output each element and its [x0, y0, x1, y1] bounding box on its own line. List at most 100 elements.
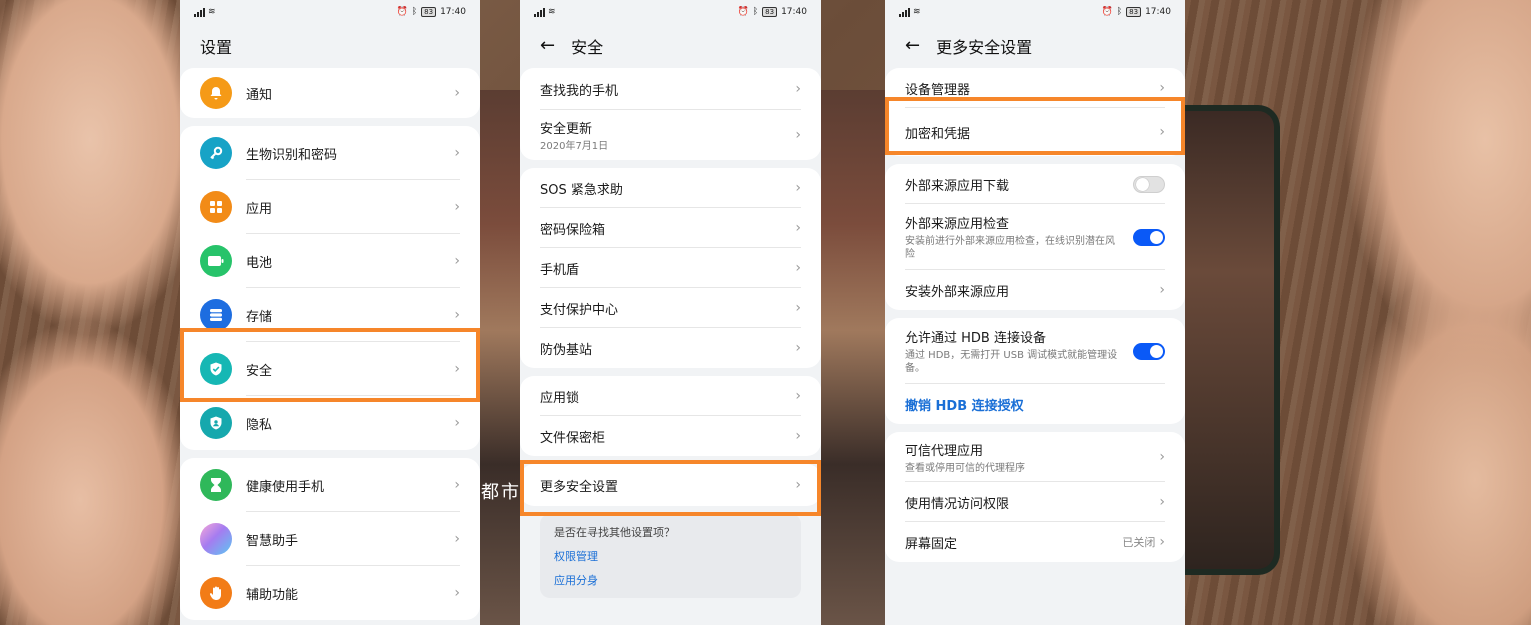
settings-item-storage[interactable]: 存储 ›: [180, 288, 480, 342]
security-item-anti-fake-station[interactable]: 防伪基站 ›: [520, 328, 821, 368]
security-item-sos[interactable]: SOS 紧急求助 ›: [520, 168, 821, 208]
settings-item-apps[interactable]: 应用 ›: [180, 180, 480, 234]
chevron-right-icon: ›: [1159, 534, 1165, 550]
settings-item-battery[interactable]: 电池 ›: [180, 234, 480, 288]
page-title: 设置: [180, 24, 480, 68]
background-right-hand: [1185, 0, 1531, 625]
more-item-usage-access[interactable]: 使用情况访问权限 ›: [885, 482, 1185, 522]
suggestion-link-permission[interactable]: 权限管理: [554, 548, 787, 564]
more-security-screen: ≋ ⏰ ᛒ 83 17:40 ← 更多安全设置 设备管理器 › 加密和凭据 › …: [885, 0, 1185, 625]
security-group-4: 更多安全设置 ›: [520, 464, 821, 506]
chevron-right-icon: ›: [454, 145, 460, 161]
hdb-connect-toggle[interactable]: [1133, 342, 1165, 360]
hdb-connect-description: 通过 HDB，无需打开 USB 调试模式就能管理设备。: [905, 350, 1118, 374]
apps-grid-icon: [200, 191, 232, 223]
more-item-external-check[interactable]: 外部来源应用检查 安装前进行外部来源应用检查，在线识别潜在风险: [885, 204, 1185, 270]
battery-status-icon: 83: [762, 7, 778, 17]
more-item-device-manager[interactable]: 设备管理器 ›: [885, 68, 1185, 108]
hand-icon: [200, 577, 232, 609]
suggestion-box: 是否在寻找其他设置项？ 权限管理 应用分身: [540, 514, 801, 598]
settings-item-smart-assistant[interactable]: 智慧助手 ›: [180, 512, 480, 566]
external-download-toggle[interactable]: [1133, 175, 1165, 193]
more-group-1: 设备管理器 › 加密和凭据 ›: [885, 68, 1185, 156]
more-item-hdb-connect[interactable]: 允许通过 HDB 连接设备 通过 HDB，无需打开 USB 调试模式就能管理设备…: [885, 318, 1185, 384]
security-item-phone-shield[interactable]: 手机盾 ›: [520, 248, 821, 288]
chevron-right-icon: ›: [454, 361, 460, 377]
chevron-right-icon: ›: [795, 127, 801, 143]
back-arrow-icon[interactable]: ←: [540, 37, 555, 55]
assistant-icon: [200, 523, 232, 555]
chevron-right-icon: ›: [795, 428, 801, 444]
settings-item-digital-balance[interactable]: 健康使用手机 ›: [180, 458, 480, 512]
settings-item-security[interactable]: 安全 ›: [180, 342, 480, 396]
settings-group-2: 生物识别和密码 › 应用 › 电池 › 存储 › 安全 › 隐私 ›: [180, 126, 480, 450]
battery-icon: [200, 245, 232, 277]
signal-icon: [194, 7, 205, 17]
status-time: 17:40: [1145, 7, 1171, 17]
external-check-description: 安装前进行外部来源应用检查，在线识别潜在风险: [905, 236, 1115, 260]
chevron-right-icon: ›: [454, 253, 460, 269]
more-group-2: 外部来源应用下载 外部来源应用检查 安装前进行外部来源应用检查，在线识别潜在风险…: [885, 164, 1185, 310]
security-item-security-update[interactable]: 安全更新 2020年7月1日 ›: [520, 110, 821, 160]
settings-screen: ≋ ⏰ ᛒ 83 17:40 设置 通知 › 生物识别和密码 › 应用 › 电池…: [180, 0, 480, 625]
settings-item-accessibility[interactable]: 辅助功能 ›: [180, 566, 480, 620]
screen-pinning-status: 已关闭: [1122, 536, 1156, 549]
alarm-icon: ⏰: [737, 7, 749, 17]
security-item-file-safe[interactable]: 文件保密柜 ›: [520, 416, 821, 456]
privacy-icon: [200, 407, 232, 439]
signal-icon: [899, 7, 910, 17]
alarm-icon: ⏰: [396, 7, 408, 17]
status-bar: ≋ ⏰ ᛒ 83 17:40: [180, 0, 480, 24]
more-item-external-download[interactable]: 外部来源应用下载: [885, 164, 1185, 204]
chevron-right-icon: ›: [454, 477, 460, 493]
page-header: ← 安全: [520, 24, 821, 68]
security-group-1: 查找我的手机 › 安全更新 2020年7月1日 ›: [520, 68, 821, 160]
security-item-password-vault[interactable]: 密码保险箱 ›: [520, 208, 821, 248]
chevron-right-icon: ›: [454, 85, 460, 101]
chevron-right-icon: ›: [454, 531, 460, 547]
bell-icon: [200, 77, 232, 109]
suggestion-link-app-twin[interactable]: 应用分身: [554, 572, 787, 588]
shield-check-icon: [200, 353, 232, 385]
background-left-hand: [0, 0, 180, 625]
wifi-icon: ≋: [913, 7, 921, 17]
revoke-hdb-auth-link[interactable]: 撤销 HDB 连接授权: [885, 384, 1185, 424]
settings-group-1: 通知 ›: [180, 68, 480, 118]
settings-item-biometrics[interactable]: 生物识别和密码 ›: [180, 126, 480, 180]
suggestion-question: 是否在寻找其他设置项？: [554, 526, 675, 539]
security-item-app-lock[interactable]: 应用锁 ›: [520, 376, 821, 416]
security-item-more-settings[interactable]: 更多安全设置 ›: [520, 464, 821, 506]
phone-edge: [1185, 105, 1280, 575]
more-item-trust-agents[interactable]: 可信代理应用 查看或停用可信的代理程序 ›: [885, 432, 1185, 482]
settings-item-privacy[interactable]: 隐私 ›: [180, 396, 480, 450]
chevron-right-icon: ›: [454, 199, 460, 215]
alarm-icon: ⏰: [1101, 7, 1113, 17]
chevron-right-icon: ›: [795, 260, 801, 276]
wifi-icon: ≋: [548, 7, 556, 17]
more-group-3: 允许通过 HDB 连接设备 通过 HDB，无需打开 USB 调试模式就能管理设备…: [885, 318, 1185, 424]
page-title: 更多安全设置: [936, 38, 1033, 57]
status-time: 17:40: [781, 7, 807, 17]
page-title-text: 设置: [200, 38, 233, 57]
more-item-screen-pinning[interactable]: 屏幕固定 已关闭 ›: [885, 522, 1185, 562]
chevron-right-icon: ›: [795, 300, 801, 316]
storage-icon: [200, 299, 232, 331]
wifi-icon: ≋: [208, 7, 216, 17]
status-bar: ≋ ⏰ ᛒ 83 17:40: [520, 0, 821, 24]
battery-status-icon: 83: [1126, 7, 1142, 17]
security-item-find-phone[interactable]: 查找我的手机 ›: [520, 68, 821, 110]
key-icon: [200, 137, 232, 169]
back-arrow-icon[interactable]: ←: [905, 37, 920, 55]
security-group-2: SOS 紧急求助 › 密码保险箱 › 手机盾 › 支付保护中心 › 防伪基站 ›: [520, 168, 821, 368]
settings-item-notifications[interactable]: 通知 ›: [180, 68, 480, 118]
chevron-right-icon: ›: [795, 340, 801, 356]
background-caption: 都市: [481, 482, 521, 503]
background-photo-strip: [480, 90, 520, 625]
security-item-payment-protection[interactable]: 支付保护中心 ›: [520, 288, 821, 328]
external-check-toggle[interactable]: [1133, 228, 1165, 246]
status-bar: ≋ ⏰ ᛒ 83 17:40: [885, 0, 1185, 24]
more-item-encryption-credentials[interactable]: 加密和凭据 ›: [885, 108, 1185, 156]
more-item-install-external[interactable]: 安装外部来源应用 ›: [885, 270, 1185, 310]
chevron-right-icon: ›: [795, 388, 801, 404]
chevron-right-icon: ›: [795, 477, 801, 493]
